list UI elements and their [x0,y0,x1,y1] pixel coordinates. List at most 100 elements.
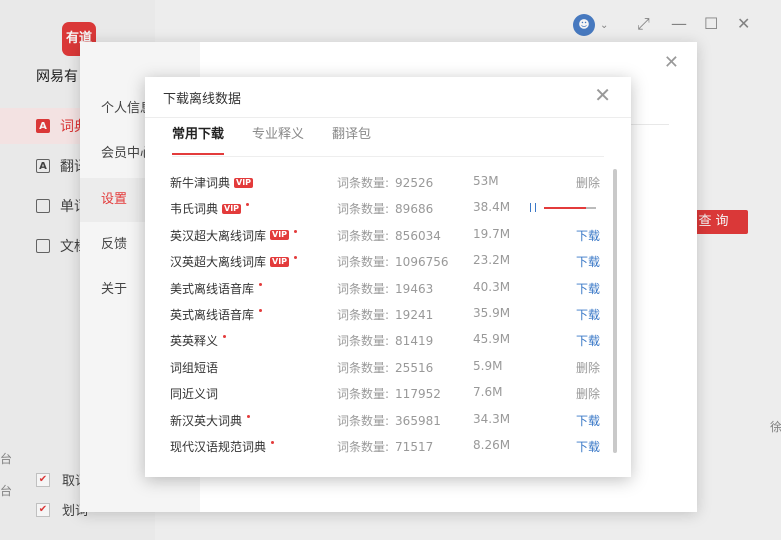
entry-count: 词条数量: 19463 [337,280,433,297]
entry-count-label: 词条数量: [337,360,390,375]
list-item: 词组短语 词条数量: 25516 5.9M 删除 [145,354,615,380]
download-progress [530,203,596,213]
new-dot-icon [246,203,250,207]
dictionary-name-text: 韦氏词典 [170,202,219,217]
new-dot-icon [294,256,298,260]
file-size: 53M [473,174,499,188]
download-button[interactable]: 下载 [576,253,600,270]
dialog-tabs: 常用下载 专业释义 翻译包 [172,127,399,157]
entry-count: 词条数量: 71517 [337,438,433,455]
entry-count: 词条数量: 1096756 [337,253,449,270]
entry-count-value: 81419 [395,334,434,349]
dictionary-list: 新牛津词典 VIP 词条数量: 92526 53M 删除 韦氏词典 VIP 词条数量: 89686… [145,169,615,459]
entry-count-label: 词条数量: [337,413,390,428]
entry-count-label: 词条数量: [337,281,390,296]
new-dot-icon [223,335,227,339]
delete-button[interactable]: 删除 [576,385,600,402]
list-item: 汉英超大离线词库 VIP 词条数量: 1096756 23.2M 下载 [145,248,615,274]
scrollbar-thumb[interactable] [613,169,617,453]
progress-fill [544,207,586,210]
list-item: 美式离线语音库 词条数量: 19463 40.3M 下载 [145,275,615,301]
list-item: 新牛津词典 VIP 词条数量: 92526 53M 删除 [145,169,615,195]
delete-button[interactable]: 删除 [576,359,600,376]
entry-count: 词条数量: 89686 [337,200,433,217]
list-item: 英英释义 词条数量: 81419 45.9M 下载 [145,327,615,353]
entry-count-label: 词条数量: [337,176,390,190]
entry-count-label: 词条数量: [337,440,390,454]
entry-count-value: 92526 [395,176,434,190]
delete-button[interactable]: 删除 [576,174,600,191]
download-button[interactable]: 下载 [576,438,600,455]
entry-count-value: 71517 [395,440,434,454]
download-button[interactable]: 下载 [576,280,600,297]
entry-count: 词条数量: 81419 [337,332,433,349]
download-button[interactable]: 下载 [576,332,600,349]
pause-icon[interactable] [530,203,536,213]
dictionary-name: 英式离线语音库 [170,306,263,323]
entry-count: 词条数量: 117952 [337,385,441,402]
tab-common-downloads[interactable]: 常用下载 [172,127,225,155]
dictionary-name-text: 同近义词 [170,387,219,402]
vip-badge: VIP [270,256,290,267]
entry-count: 词条数量: 365981 [337,412,441,429]
tab-translation-pack[interactable]: 翻译包 [332,127,371,155]
list-item: 英汉超大离线词库 VIP 词条数量: 856034 19.7M 下载 [145,222,615,248]
new-dot-icon [294,229,298,233]
divider [172,156,604,157]
vip-badge: VIP [270,230,290,241]
entry-count-label: 词条数量: [337,255,390,270]
vip-badge: VIP [234,177,254,188]
dictionary-name: 英英释义 [170,332,227,349]
download-button[interactable]: 下载 [576,412,600,429]
list-item: 韦氏词典 VIP 词条数量: 89686 38.4M [145,195,615,221]
entry-count-value: 25516 [395,360,434,375]
dictionary-name-text: 现代汉语规范词典 [170,440,267,454]
dictionary-name: 词组短语 [170,359,218,376]
dictionary-name: 同近义词 [170,385,218,402]
file-size: 5.9M [473,358,503,373]
file-size: 19.7M [473,226,511,241]
dictionary-name-text: 词组短语 [170,360,219,375]
file-size: 8.26M [473,438,511,452]
entry-count-value: 19241 [395,308,434,322]
file-size: 7.6M [473,385,503,400]
entry-count-value: 1096756 [395,255,449,270]
tab-professional[interactable]: 专业释义 [252,127,304,155]
entry-count: 词条数量: 25516 [337,359,433,376]
dictionary-name: 新汉英大词典 [170,412,251,429]
entry-count-value: 365981 [395,413,441,428]
dialog-title: 下载离线数据 [163,92,242,107]
entry-count: 词条数量: 92526 [337,174,433,191]
dictionary-name-text: 新汉英大词典 [170,413,243,428]
entry-count-label: 词条数量: [337,202,390,217]
download-button[interactable]: 下载 [576,306,600,323]
list-item: 英式离线语音库 词条数量: 19241 35.9M 下载 [145,301,615,327]
entry-count-label: 词条数量: [337,228,390,243]
download-button[interactable]: 下载 [576,227,600,244]
entry-count-value: 856034 [395,228,441,243]
dictionary-name: 美式离线语音库 [170,280,263,297]
entry-count-label: 词条数量: [337,334,390,349]
dictionary-name-text: 美式离线语音库 [170,281,255,296]
dialog-header: 下载离线数据 ✕ [145,77,631,118]
file-size: 35.9M [473,306,511,320]
dictionary-name: 新牛津词典 VIP [170,174,254,191]
new-dot-icon [271,441,275,444]
scrollbar[interactable] [613,169,619,453]
dictionary-name-text: 英式离线语音库 [170,308,255,322]
file-size: 38.4M [473,200,511,215]
dictionary-name-text: 汉英超大离线词库 [170,255,267,270]
close-icon[interactable]: ✕ [664,52,679,73]
dictionary-name-text: 英英释义 [170,334,219,349]
file-size: 40.3M [473,279,511,294]
dictionary-name: 英汉超大离线词库 VIP [170,227,298,244]
new-dot-icon [259,309,263,312]
file-size: 45.9M [473,332,511,347]
new-dot-icon [247,414,251,418]
download-offline-dialog: 下载离线数据 ✕ 常用下载 专业释义 翻译包 新牛津词典 VIP 词条数量: 9252… [145,77,631,477]
entry-count-value: 89686 [395,202,434,217]
entry-count: 词条数量: 856034 [337,227,441,244]
dictionary-name: 韦氏词典 VIP [170,200,250,217]
close-icon[interactable]: ✕ [594,83,611,107]
list-item: 现代汉语规范词典 词条数量: 71517 8.26M 下载 [145,433,615,459]
